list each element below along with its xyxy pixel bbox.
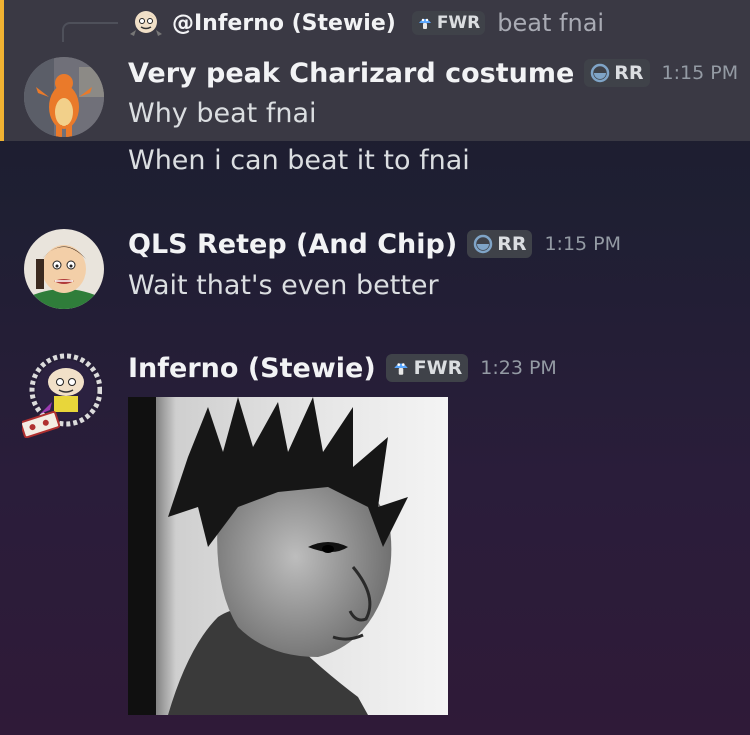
timestamp[interactable]: 1:23 PM xyxy=(480,357,557,379)
reply-tag-label: FWR xyxy=(436,13,481,33)
moon-ring-icon xyxy=(473,234,493,254)
stewie-avatar-small-icon[interactable] xyxy=(128,8,164,38)
message-header: QLS Retep (And Chip) RR 1:15 PM xyxy=(128,226,621,262)
message-header: Very peak Charizard costume RR 1:15 PM xyxy=(128,55,738,91)
tag-label: FWR xyxy=(413,357,463,379)
tag-rr: RR xyxy=(584,59,650,87)
moon-ring-icon xyxy=(591,63,610,83)
reply-author[interactable]: @Inferno (Stewie) xyxy=(172,11,396,36)
reply-text[interactable]: beat fnai xyxy=(497,9,604,37)
tag-label: RR xyxy=(614,62,644,84)
tag-fwr: FWR xyxy=(385,354,469,382)
message-text: Wait that's even better xyxy=(128,270,439,301)
charizard-costume-avatar[interactable] xyxy=(24,57,104,137)
peter-avatar[interactable] xyxy=(24,229,104,309)
reply-preview[interactable]: @Inferno (Stewie) FWR beat fnai xyxy=(128,6,604,40)
reply-tag-fwr: FWR xyxy=(411,11,486,35)
username[interactable]: QLS Retep (And Chip) xyxy=(128,229,457,260)
reply-spine xyxy=(62,22,118,42)
tag-rr: RR xyxy=(467,230,533,258)
image-attachment[interactable] xyxy=(128,397,448,715)
tag-label: RR xyxy=(497,233,527,255)
message-header: Inferno (Stewie) FWR 1:23 PM xyxy=(128,350,557,386)
mushroom-icon xyxy=(418,18,431,29)
message-text: When i can beat it to fnai xyxy=(128,145,470,176)
username[interactable]: Inferno (Stewie) xyxy=(128,353,376,384)
timestamp[interactable]: 1:15 PM xyxy=(544,233,621,255)
stewie-avatar[interactable] xyxy=(20,352,103,439)
timestamp[interactable]: 1:15 PM xyxy=(662,62,739,84)
username[interactable]: Very peak Charizard costume xyxy=(128,58,574,89)
message-text: Why beat fnai xyxy=(128,98,317,129)
mushroom-icon xyxy=(393,363,408,375)
